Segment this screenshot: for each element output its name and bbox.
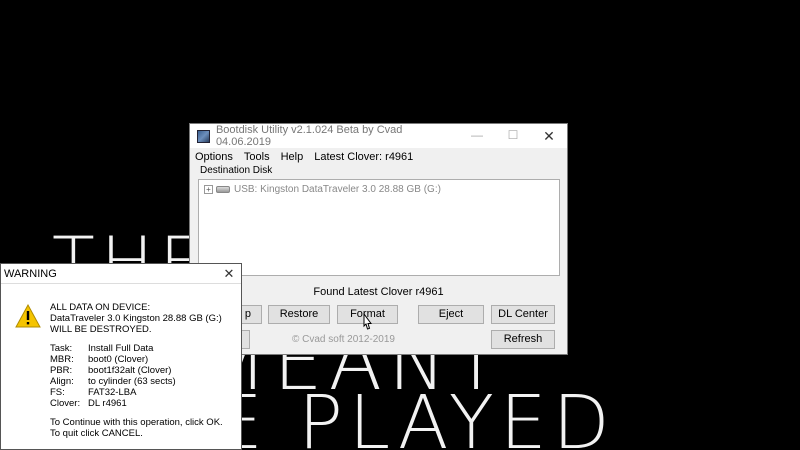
menu-tools[interactable]: Tools <box>244 151 270 163</box>
warning-title: WARNING <box>4 267 57 280</box>
detail-value: boot0 (Clover) <box>88 354 149 365</box>
warning-line: WILL BE DESTROYED. <box>50 324 152 335</box>
warning-line: DataTraveler 3.0 Kingston 28.88 GB (G:) <box>50 313 222 324</box>
detail-key: PBR: <box>50 365 73 376</box>
warning-message: ALL DATA ON DEVICE: DataTraveler 3.0 Kin… <box>50 302 223 439</box>
app-icon <box>197 129 210 143</box>
menu-help[interactable]: Help <box>281 151 304 163</box>
disk-entry-label: USB: Kingston DataTraveler 3.0 28.88 GB … <box>234 184 441 195</box>
detail-row: FS: FAT32-LBA <box>50 387 223 398</box>
detail-row: PBR: boot1f32alt (Clover) <box>50 365 223 376</box>
restore-button[interactable]: Restore <box>268 305 330 324</box>
warning-footer-line: To quit click CANCEL. <box>50 428 143 439</box>
detail-value: boot1f32alt (Clover) <box>88 365 172 376</box>
menu-bar: Options Tools Help Latest Clover: r4961 <box>190 148 567 166</box>
detail-row: MBR: boot0 (Clover) <box>50 354 223 365</box>
window-controls: — ☐ ✕ <box>459 128 567 145</box>
mouse-cursor-icon <box>363 313 372 330</box>
menu-latest-clover[interactable]: Latest Clover: r4961 <box>314 151 413 163</box>
eject-button[interactable]: Eject <box>418 305 484 324</box>
detail-row: Align: to cylinder (63 sects) <box>50 376 223 387</box>
window-title: Bootdisk Utility v2.1.024 Beta by Cvad 0… <box>215 124 403 148</box>
detail-key: Task: <box>50 343 73 354</box>
warning-dialog: WARNING ✕ ALL DATA ON DEVICE: DataTravel… <box>0 263 242 450</box>
detail-value: to cylinder (63 sects) <box>88 376 176 387</box>
maximize-button[interactable]: ☐ <box>495 128 531 145</box>
destination-disk-label: Destination Disk <box>200 165 273 176</box>
detail-row: Task: Install Full Data <box>50 343 223 354</box>
detail-key: Clover: <box>50 398 81 409</box>
detail-key: FS: <box>50 387 65 398</box>
warning-line: ALL DATA ON DEVICE: <box>50 302 151 313</box>
warning-icon <box>15 304 41 328</box>
detail-key: Align: <box>50 376 74 387</box>
tree-item-usb-disk[interactable]: + USB: Kingston DataTraveler 3.0 28.88 G… <box>204 184 559 195</box>
detail-value: FAT32-LBA <box>88 387 137 398</box>
minimize-button[interactable]: — <box>459 128 495 145</box>
background-text-line-3: E PLAYED <box>216 380 616 450</box>
warning-close-button[interactable]: ✕ <box>217 266 241 282</box>
refresh-button[interactable]: Refresh <box>491 330 555 349</box>
detail-row: Clover: DL r4961 <box>50 398 223 409</box>
close-button[interactable]: ✕ <box>531 128 567 145</box>
bootdisk-utility-window: Bootdisk Utility v2.1.024 Beta by Cvad 0… <box>188 123 568 355</box>
window-titlebar[interactable]: Bootdisk Utility v2.1.024 Beta by Cvad 0… <box>190 124 567 148</box>
status-text: Found Latest Clover r4961 <box>313 286 444 298</box>
usb-drive-icon <box>216 186 230 193</box>
expand-icon[interactable]: + <box>204 185 213 194</box>
dl-center-button[interactable]: DL Center <box>491 305 555 324</box>
warning-footer-line: To Continue with this operation, click O… <box>50 417 223 428</box>
detail-value: Install Full Data <box>88 343 154 354</box>
destination-disk-tree[interactable]: + USB: Kingston DataTraveler 3.0 28.88 G… <box>198 179 560 276</box>
warning-titlebar[interactable]: WARNING ✕ <box>1 264 241 284</box>
copyright-text: © Cvad soft 2012-2019 <box>292 334 395 345</box>
detail-value: DL r4961 <box>88 398 127 409</box>
detail-key: MBR: <box>50 354 74 365</box>
menu-options[interactable]: Options <box>195 151 233 163</box>
